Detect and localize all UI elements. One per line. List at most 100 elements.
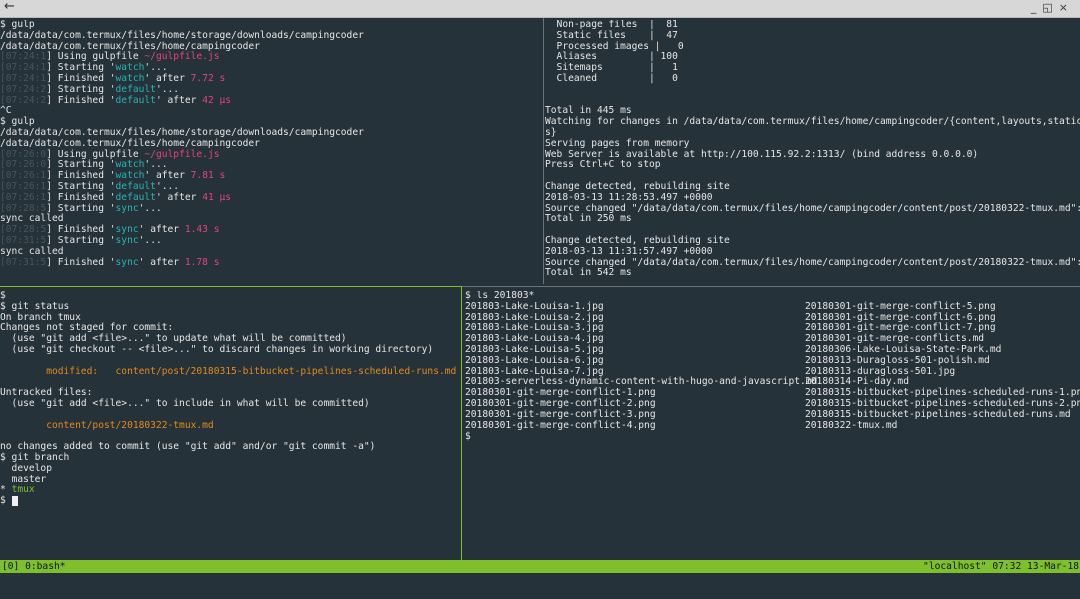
terminal-text-segment: ] Starting ': [46, 83, 116, 95]
pane-gulp-output[interactable]: $ gulp/data/data/com.termux/files/home/s…: [0, 20, 541, 282]
terminal-line: * tmux: [0, 484, 460, 496]
pane-divider-vertical-top[interactable]: [543, 18, 544, 284]
terminal-text-segment: ' after: [155, 191, 203, 203]
terminal-line: Cleaned | 0: [545, 73, 1080, 85]
file-entry: 201803-Lake-Louisa-6.jpg: [465, 354, 604, 366]
terminal-text-segment: Press Ctrl+C to stop: [545, 159, 661, 171]
terminal-text-segment: sync: [115, 202, 139, 214]
terminal-text-segment: 07:26:1: [5, 170, 47, 182]
terminal-text-segment: 07:28:5: [5, 202, 47, 214]
restore-icon[interactable]: ◱: [1042, 1, 1058, 14]
ls-column-2: 20180301-git-merge-conflict-5.png 2018030…: [805, 300, 1080, 432]
terminal-line: content/post/20180322-tmux.md: [0, 420, 460, 432]
pane-hugo-server[interactable]: Non-page files | 81 Static files | 47 Pr…: [545, 20, 1080, 282]
window-list[interactable]: [0] 0:bash*: [2, 560, 66, 573]
terminal-text-segment: 07:28:5: [5, 224, 47, 236]
terminal-line: master: [0, 474, 460, 486]
file-entry: 20180301-git-merge-conflict-5.png: [805, 300, 996, 312]
terminal-text-segment: sync: [115, 256, 139, 268]
terminal-text-segment: /data/data/com.termux/files/home/camping…: [0, 137, 260, 149]
terminal-text-segment: '...: [155, 83, 180, 95]
terminal-text-segment: 7.81 s: [190, 170, 226, 182]
terminal-text-segment: '...: [144, 62, 168, 74]
terminal-text-segment: tmux: [11, 484, 35, 496]
ls-column-1: 201803-Lake-Louisa-1.jpg 201803-Lake-Loui…: [465, 300, 817, 432]
ls-listing: 201803-Lake-Louisa-1.jpg 201803-Lake-Loui…: [465, 300, 1080, 432]
terminal-text-segment: ^C: [0, 105, 12, 117]
terminal-text-segment: watch: [115, 170, 145, 182]
terminal-text-segment: Sitemaps | 1: [545, 62, 678, 74]
terminal-text-segment: ] Starting ': [46, 180, 116, 192]
terminal-text-segment: develop: [0, 462, 52, 474]
terminal-text-segment: ' after: [144, 72, 191, 84]
terminal-text-segment: ' after: [144, 170, 191, 182]
terminal-line: [07:24:2] Finished 'default' after 42 μs: [0, 94, 541, 107]
terminal-text-segment: Change detected, rebuilding site: [545, 180, 730, 192]
terminal-text-segment: 07:26:1: [5, 180, 47, 192]
terminal-line: modified: content/post/20180315-bitbucke…: [0, 365, 460, 378]
terminal-text-segment: 1.78 s: [184, 256, 220, 268]
terminal-text: $ $ git status On branch tmux Changes not s…: [0, 291, 460, 507]
pane-divider-horizontal-left[interactable]: [0, 286, 462, 287]
terminal-text-segment: 07:24:1: [5, 72, 47, 84]
terminal-text-segment: 07:26:0: [5, 148, 47, 160]
terminal-text-segment: $: [0, 291, 6, 301]
terminal-line: Press Ctrl+C to stop: [545, 159, 1080, 171]
terminal-text-segment: ] Finished ': [46, 94, 116, 106]
window-controls: _◱×: [1031, 1, 1074, 14]
terminal-text-segment: '...: [138, 234, 162, 246]
file-entry: 20180315-bitbucket-pipelines-scheduled-r…: [805, 408, 1071, 420]
arrow-left-icon[interactable]: ←: [4, 0, 15, 14]
terminal-text-segment: Changes not staged for commit:: [0, 322, 174, 334]
terminal-text-segment: sync called: [0, 245, 64, 257]
shell-prompt: $: [465, 430, 471, 442]
terminal-text-segment: /data/data/com.termux/files/home/storage…: [0, 29, 364, 41]
terminal-text-segment: s}: [545, 126, 557, 138]
pane-divider-horizontal-right[interactable]: [462, 286, 1080, 287]
terminal-text-segment: Non-page files | 81: [545, 20, 678, 30]
terminal-text-segment: Total in 542 ms: [545, 267, 632, 279]
terminal-text-segment: ] Finished ': [46, 256, 116, 268]
terminal-text-segment: Untracked files:: [0, 387, 93, 399]
terminal-text-segment: 07:24:1: [5, 62, 47, 74]
terminal-text-segment: '...: [144, 159, 168, 171]
terminal-text-segment: /data/data/com.termux/files/home/camping…: [0, 40, 260, 52]
close-icon[interactable]: ×: [1059, 1, 1074, 14]
terminal-text-segment: ] Starting ': [46, 159, 116, 171]
terminal-text-segment: $: [0, 495, 12, 507]
pane-divider-vertical-bottom[interactable]: [461, 286, 462, 560]
terminal-line: [07:31:5] Starting 'sync'...: [0, 234, 541, 247]
terminal-text-segment: Watching for changes in /data/data/com.t…: [545, 116, 1080, 128]
terminal-text-segment: ' after: [138, 224, 185, 236]
terminal-line: $: [0, 495, 460, 507]
terminal-text-segment: 41 μs: [202, 191, 232, 203]
terminal-text-segment: modified: content/post/20180315-bitbucke…: [0, 365, 457, 377]
terminal-text-segment: $ gulp: [0, 116, 35, 128]
pane-ls-output[interactable]: $ ls 201803* 201803-Lake-Louisa-1.jpg 201…: [465, 291, 1080, 559]
terminal-text-segment: ] Starting ': [46, 62, 116, 74]
terminal-text-segment: sync: [115, 234, 139, 246]
terminal-text-segment: default: [115, 83, 156, 95]
terminal-text-segment: ] Using gulpfile: [46, 148, 145, 160]
terminal-text-segment: 2018-03-13 11:28:53.497 +0000: [545, 191, 713, 203]
tmux-status-bar: [0] 0:bash* "localhost" 07:32 13-Mar-18: [0, 560, 1080, 573]
pane-git-status[interactable]: $ $ git status On branch tmux Changes not s…: [0, 291, 460, 559]
terminal-text-segment: 07:26:1: [5, 191, 47, 203]
terminal-text-segment: 07:31:5: [5, 256, 47, 268]
file-entry: 201803-Lake-Louisa-1.jpg: [465, 300, 604, 312]
file-entry: 20180313-Duragloss-501-polish.md: [805, 354, 990, 366]
terminal-text-segment: ' after: [138, 256, 185, 268]
terminal-text-segment: 07:26:0: [5, 159, 47, 171]
terminal-text-segment: '...: [155, 180, 180, 192]
terminal-text-segment: sync called: [0, 213, 64, 225]
terminal-text-segment: watch: [115, 159, 145, 171]
terminal-line: ^C: [0, 105, 541, 117]
terminal-text-segment: default: [115, 94, 156, 106]
minimize-icon[interactable]: _: [1031, 1, 1043, 14]
terminal-text-segment: Processed images | 0: [545, 40, 684, 52]
terminal-text-segment: ] Finished ': [46, 72, 116, 84]
terminal-text-segment: 7.72 s: [190, 72, 226, 84]
terminal-text-segment: /data/data/com.termux/files/home/storage…: [0, 126, 364, 138]
terminal-line: (use "git checkout -- <file>..." to disc…: [0, 344, 460, 356]
